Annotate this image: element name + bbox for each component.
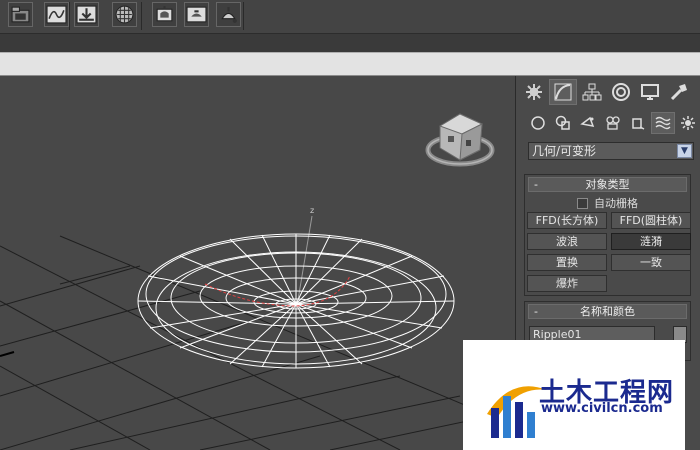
name-color-title: 名称和颜色 [580,305,635,318]
ribbon-bar [0,34,700,52]
conform-button[interactable]: 一致 [611,254,691,271]
watermark: 土木工程网 www.civilcn.com [463,340,685,450]
perspective-viewport[interactable]: z [0,76,515,450]
geometry-icon[interactable] [526,112,550,134]
utilities-icon[interactable] [665,79,693,105]
object-type-buttons: FFD(长方体) FFD(圆柱体) 波浪 涟漪 置换 一致 爆炸 [525,212,691,296]
display-icon[interactable] [636,79,664,105]
shapes-icon[interactable] [551,112,575,134]
create-subtabs [526,112,700,138]
object-type-header[interactable]: - 对象类型 [528,177,687,192]
z-axis-label: z [310,206,314,215]
ripple-mesh[interactable] [137,233,455,369]
scene-explorer-icon[interactable] [8,2,33,27]
motion-icon[interactable] [607,79,635,105]
category-dropdown[interactable]: 几何/可变形 ▼ [528,142,694,160]
ffd-cyl-button[interactable]: FFD(圆柱体) [611,212,691,229]
render-setup-icon[interactable] [152,2,177,27]
ribbon-panel [0,52,700,76]
ffd-box-button[interactable]: FFD(长方体) [527,212,607,229]
helpers-icon[interactable] [626,112,650,134]
main-toolbar [0,0,700,34]
bomb-button[interactable]: 爆炸 [527,275,607,292]
modify-icon[interactable] [549,79,577,105]
lights-icon[interactable] [576,112,600,134]
autogrid-checkbox[interactable] [577,197,588,209]
material-editor-icon[interactable] [112,2,137,27]
collapse-icon[interactable]: - [534,178,538,191]
rendered-frame-icon[interactable] [184,2,209,27]
create-icon[interactable] [520,79,548,105]
name-color-header[interactable]: - 名称和颜色 [528,304,687,319]
wave-button[interactable]: 波浪 [527,233,607,250]
watermark-url: www.civilcn.com [541,401,663,416]
dope-sheet-icon[interactable] [74,2,99,27]
viewcube[interactable] [425,113,495,167]
space-warps-icon[interactable] [651,112,675,134]
category-value: 几何/可变形 [532,144,597,158]
systems-icon[interactable] [676,112,700,134]
displace-button[interactable]: 置换 [527,254,607,271]
autogrid-label: 自动栅格 [594,197,638,210]
hierarchy-icon[interactable] [578,79,606,105]
render-icon[interactable] [216,2,241,27]
cameras-icon[interactable] [601,112,625,134]
autogrid-row: 自动栅格 [525,194,690,212]
z-axis-line [296,215,313,307]
chevron-down-icon[interactable]: ▼ [677,144,692,158]
curve-editor-icon[interactable] [44,2,69,27]
command-panel-tabs [520,79,693,105]
collapse-icon[interactable]: - [534,305,538,318]
ripple-button[interactable]: 涟漪 [611,233,691,250]
viewport-scene: z [0,113,515,450]
object-type-rollout: - 对象类型 自动栅格 FFD(长方体) FFD(圆柱体) 波浪 涟漪 置换 一… [524,174,691,296]
object-type-title: 对象类型 [585,178,630,191]
